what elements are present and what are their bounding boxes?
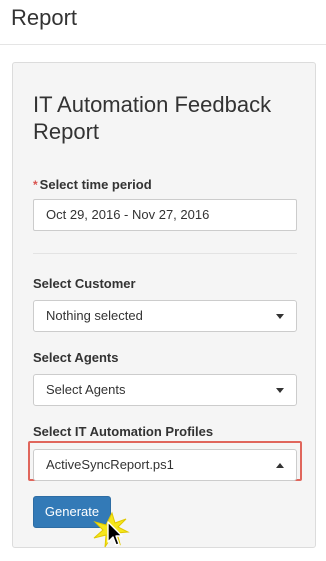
agents-select[interactable]: Select Agents xyxy=(33,374,297,406)
profiles-select-value: ActiveSyncReport.ps1 xyxy=(46,457,174,472)
agents-label: Select Agents xyxy=(33,350,119,365)
time-period-label: * Select time period xyxy=(33,177,152,192)
customer-select[interactable]: Nothing selected xyxy=(33,300,297,332)
page-header: Report xyxy=(0,0,326,45)
customer-label: Select Customer xyxy=(33,276,136,291)
caret-down-icon xyxy=(276,388,284,393)
report-panel: IT Automation Feedback Report * Select ti… xyxy=(12,62,316,548)
agents-select-value: Select Agents xyxy=(46,382,126,397)
mouse-pointer-icon xyxy=(93,511,130,548)
page-title: Report xyxy=(11,5,78,30)
profiles-label: Select IT Automation Profiles xyxy=(33,424,214,439)
time-period-label-text: Select time period xyxy=(39,177,152,192)
divider xyxy=(33,253,297,254)
time-period-input[interactable]: Oct 29, 2016 - Nov 27, 2016 xyxy=(33,199,297,231)
report-title: IT Automation Feedback Report xyxy=(33,92,272,144)
caret-up-icon xyxy=(276,463,284,468)
required-asterisk-icon: * xyxy=(33,178,38,192)
caret-down-icon xyxy=(276,314,284,319)
profiles-select[interactable]: ActiveSyncReport.ps1 xyxy=(33,449,297,481)
customer-select-value: Nothing selected xyxy=(46,308,143,323)
